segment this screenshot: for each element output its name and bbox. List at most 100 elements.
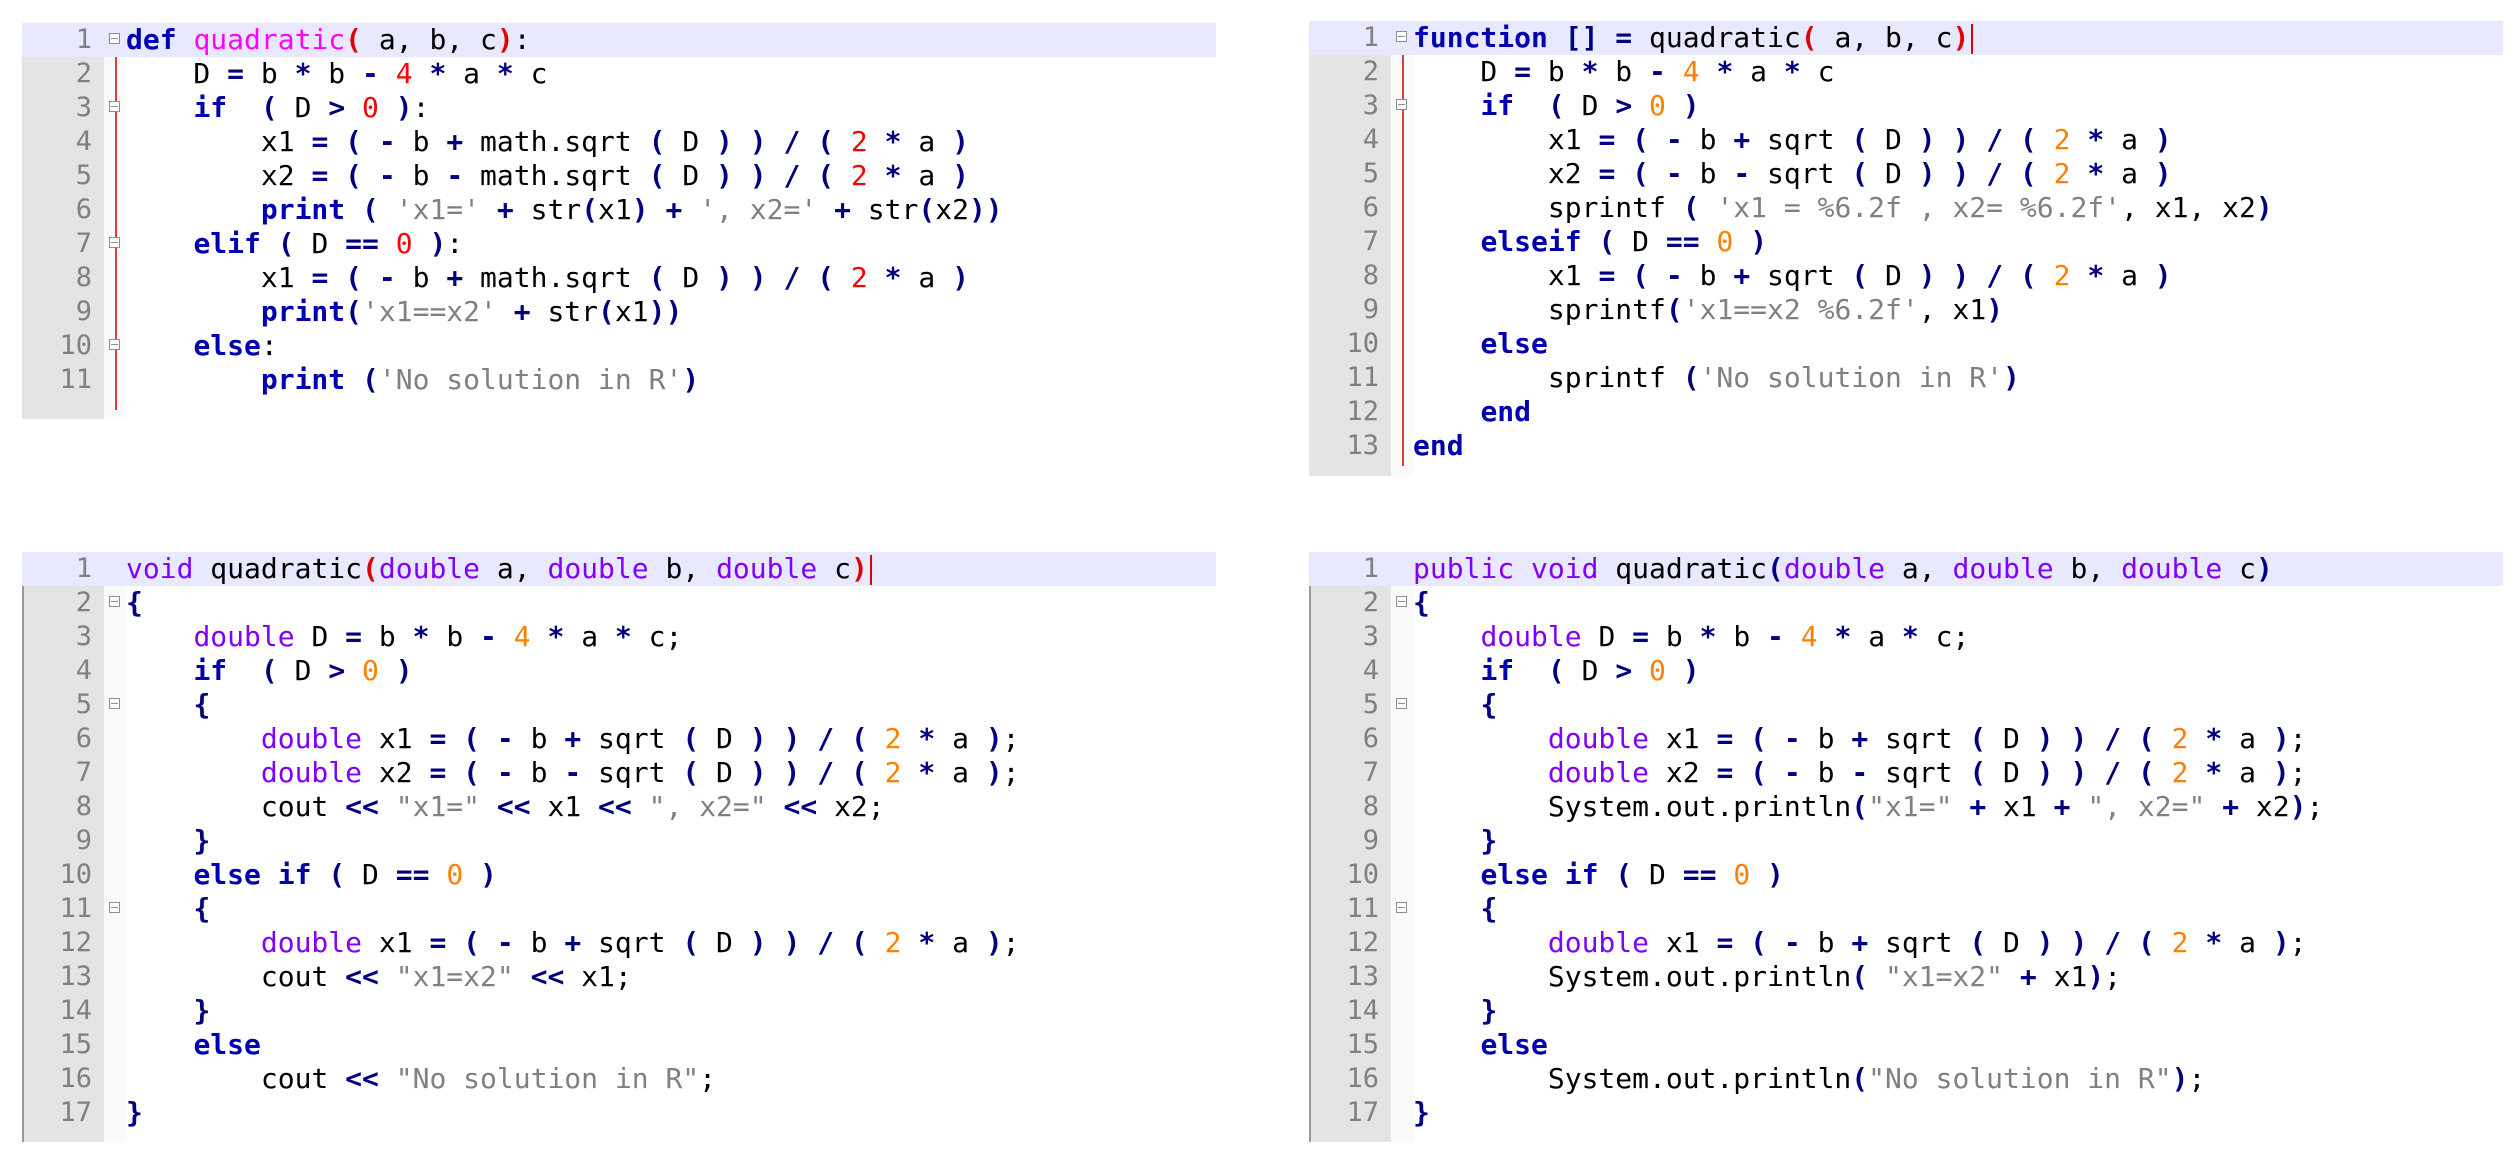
code-line[interactable]: 11 print ('No solution in R') xyxy=(22,363,1216,397)
code-line[interactable]: 2{ xyxy=(22,586,1216,620)
code-line[interactable]: 5 { xyxy=(1309,688,2503,722)
code-line[interactable]: 14 } xyxy=(22,994,1216,1028)
code-line[interactable]: 2 D = b * b - 4 * a * c xyxy=(22,57,1216,91)
code-line[interactable]: 10 else: xyxy=(22,329,1216,363)
fold-toggle-icon[interactable] xyxy=(109,698,120,709)
code-line[interactable]: 17} xyxy=(22,1096,1216,1130)
code-line[interactable]: 1 public void quadratic(double a, double … xyxy=(1309,552,2503,586)
code-line[interactable]: 3 if ( D > 0 ): xyxy=(22,91,1216,125)
code-token: 2 xyxy=(884,756,902,789)
code-line[interactable]: 10 else xyxy=(1309,327,2503,361)
fold-toggle-icon[interactable] xyxy=(109,237,120,248)
fold-toggle-icon[interactable] xyxy=(109,902,120,913)
code-line[interactable]: 7 double x2 = ( - b - sqrt ( D ) ) / ( 2… xyxy=(1309,756,2503,790)
code-token: ( xyxy=(682,926,700,959)
code-token: / xyxy=(1986,123,2004,156)
code-text: { xyxy=(1413,892,1497,926)
code-line[interactable]: 4 if ( D > 0 ) xyxy=(1309,654,2503,688)
cpp-code-editor[interactable]: 1 void quadratic(double a, double b, doub… xyxy=(22,552,1216,1142)
code-line[interactable]: 8 x1 = ( - b + sqrt ( D ) ) / ( 2 * a ) xyxy=(1309,259,2503,293)
code-line[interactable]: 12 double x1 = ( - b + sqrt ( D ) ) / ( … xyxy=(1309,926,2503,960)
code-line[interactable]: 4 x1 = ( - b + sqrt ( D ) ) / ( 2 * a ) xyxy=(1309,123,2503,157)
code-token: b xyxy=(395,125,447,158)
code-line[interactable]: 11 sprintf ('No solution in R') xyxy=(1309,361,2503,395)
java-code-editor[interactable]: 1 public void quadratic(double a, double … xyxy=(1309,552,2503,1142)
code-line[interactable]: 13 end xyxy=(1309,429,2503,463)
code-token: + xyxy=(513,295,531,328)
code-line[interactable]: 8 cout << "x1=" << x1 << ", x2=" << x2; xyxy=(22,790,1216,824)
code-line[interactable]: 10 else if ( D == 0 ) xyxy=(22,858,1216,892)
code-line[interactable]: 15 else xyxy=(22,1028,1216,1062)
python-code-editor[interactable]: 1 def quadratic( a, b, c): 2 D = b * b - 4… xyxy=(22,23,1216,419)
code-line[interactable]: 12 double x1 = ( - b + sqrt ( D ) ) / ( … xyxy=(22,926,1216,960)
code-line[interactable]: 13 cout << "x1=x2" << x1; xyxy=(22,960,1216,994)
code-line[interactable]: 14 } xyxy=(1309,994,2503,1028)
code-token: - xyxy=(1665,157,1683,190)
code-token: double xyxy=(2121,552,2223,585)
fold-toggle-icon[interactable] xyxy=(109,596,120,607)
code-token: ( xyxy=(1632,157,1650,190)
code-line[interactable]: 7 elif ( D == 0 ): xyxy=(22,227,1216,261)
code-line[interactable]: 5 x2 = ( - b - sqrt ( D ) ) / ( 2 * a ) xyxy=(1309,157,2503,191)
fold-toggle-icon[interactable] xyxy=(109,101,120,112)
code-line[interactable]: 5 x2 = ( - b - math.sqrt ( D ) ) / ( 2 *… xyxy=(22,159,1216,193)
code-line[interactable]: 6 double x1 = ( - b + sqrt ( D ) ) / ( 2… xyxy=(22,722,1216,756)
code-line[interactable]: 6 double x1 = ( - b + sqrt ( D ) ) / ( 2… xyxy=(1309,722,2503,756)
code-line[interactable]: 8 System.out.println("x1=" + x1 + ", x2=… xyxy=(1309,790,2503,824)
code-line[interactable]: 3 double D = b * b - 4 * a * c; xyxy=(1309,620,2503,654)
code-line[interactable]: 4 x1 = ( - b + math.sqrt ( D ) ) / ( 2 *… xyxy=(22,125,1216,159)
line-number: 12 xyxy=(1346,927,1379,958)
line-number: 13 xyxy=(1346,430,1379,461)
code-line[interactable]: 10 else if ( D == 0 ) xyxy=(1309,858,2503,892)
code-line[interactable]: 4 if ( D > 0 ) xyxy=(22,654,1216,688)
line-number: 8 xyxy=(75,791,92,822)
line-number: 11 xyxy=(59,893,92,924)
code-line[interactable]: 1 def quadratic( a, b, c): xyxy=(22,23,1216,57)
code-line[interactable]: 12 end xyxy=(1309,395,2503,429)
code-line[interactable]: 17} xyxy=(1309,1096,2503,1130)
code-token: / xyxy=(1986,157,2004,190)
code-line[interactable]: 9 } xyxy=(1309,824,2503,858)
code-line[interactable]: 9 sprintf('x1==x2 %6.2f', x1) xyxy=(1309,293,2503,327)
code-token: str xyxy=(530,295,599,328)
fold-toggle-icon[interactable] xyxy=(1396,99,1407,110)
code-token: double xyxy=(1547,722,1650,755)
code-line[interactable]: 11 { xyxy=(1309,892,2503,926)
fold-toggle-icon[interactable] xyxy=(1396,31,1407,42)
code-line[interactable]: 2 D = b * b - 4 * a * c xyxy=(1309,55,2503,89)
code-line[interactable]: 7 elseif ( D == 0 ) xyxy=(1309,225,2503,259)
code-line[interactable]: 9 } xyxy=(22,824,1216,858)
fold-toggle-icon[interactable] xyxy=(1396,596,1407,607)
fold-toggle-icon[interactable] xyxy=(109,339,120,350)
code-line[interactable]: 11 { xyxy=(22,892,1216,926)
code-line[interactable]: 7 double x2 = ( - b - sqrt ( D ) ) / ( 2… xyxy=(22,756,1216,790)
code-line[interactable]: 9 print('x1==x2' + str(x1)) xyxy=(22,295,1216,329)
code-line[interactable]: 15 else xyxy=(1309,1028,2503,1062)
code-line[interactable]: 6 print ( 'x1=' + str(x1) + ', x2=' + st… xyxy=(22,193,1216,227)
fold-toggle-icon[interactable] xyxy=(1396,698,1407,709)
code-line[interactable]: 1 void quadratic(double a, double b, doub… xyxy=(22,552,1216,586)
fold-toggle-icon[interactable] xyxy=(109,33,120,44)
code-line[interactable]: 2{ xyxy=(1309,586,2503,620)
code-line[interactable]: 16 System.out.println("No solution in R"… xyxy=(1309,1062,2503,1096)
fold-toggle-icon[interactable] xyxy=(1396,902,1407,913)
code-line[interactable]: 16 cout << "No solution in R"; xyxy=(22,1062,1216,1096)
code-token: / xyxy=(817,926,835,959)
code-line[interactable]: 6 sprintf ( 'x1 = %6.2f , x2= %6.2f', x1… xyxy=(1309,191,2503,225)
code-line[interactable]: 13 System.out.println( "x1=x2" + x1); xyxy=(1309,960,2503,994)
code-token: sqrt xyxy=(1868,926,1970,959)
code-line[interactable]: 3 double D = b * b - 4 * a * c; xyxy=(22,620,1216,654)
code-line[interactable]: 8 x1 = ( - b + math.sqrt ( D ) ) / ( 2 *… xyxy=(22,261,1216,295)
code-text: } xyxy=(126,824,210,858)
matlab-code-editor[interactable]: 1 function [] = quadratic( a, b, c) 2 D = … xyxy=(1309,21,2503,476)
code-token: b xyxy=(1800,926,1852,959)
code-line[interactable]: 5 { xyxy=(22,688,1216,722)
code-line[interactable]: 3 if ( D > 0 ) xyxy=(1309,89,2503,123)
code-token: void xyxy=(1531,552,1599,585)
code-token: 2 xyxy=(850,159,868,192)
code-token: a, b, c xyxy=(1817,21,1953,54)
code-text: public void quadratic(double a, double b… xyxy=(1413,552,2273,586)
code-line[interactable]: 1 function [] = quadratic( a, b, c) xyxy=(1309,21,2503,55)
